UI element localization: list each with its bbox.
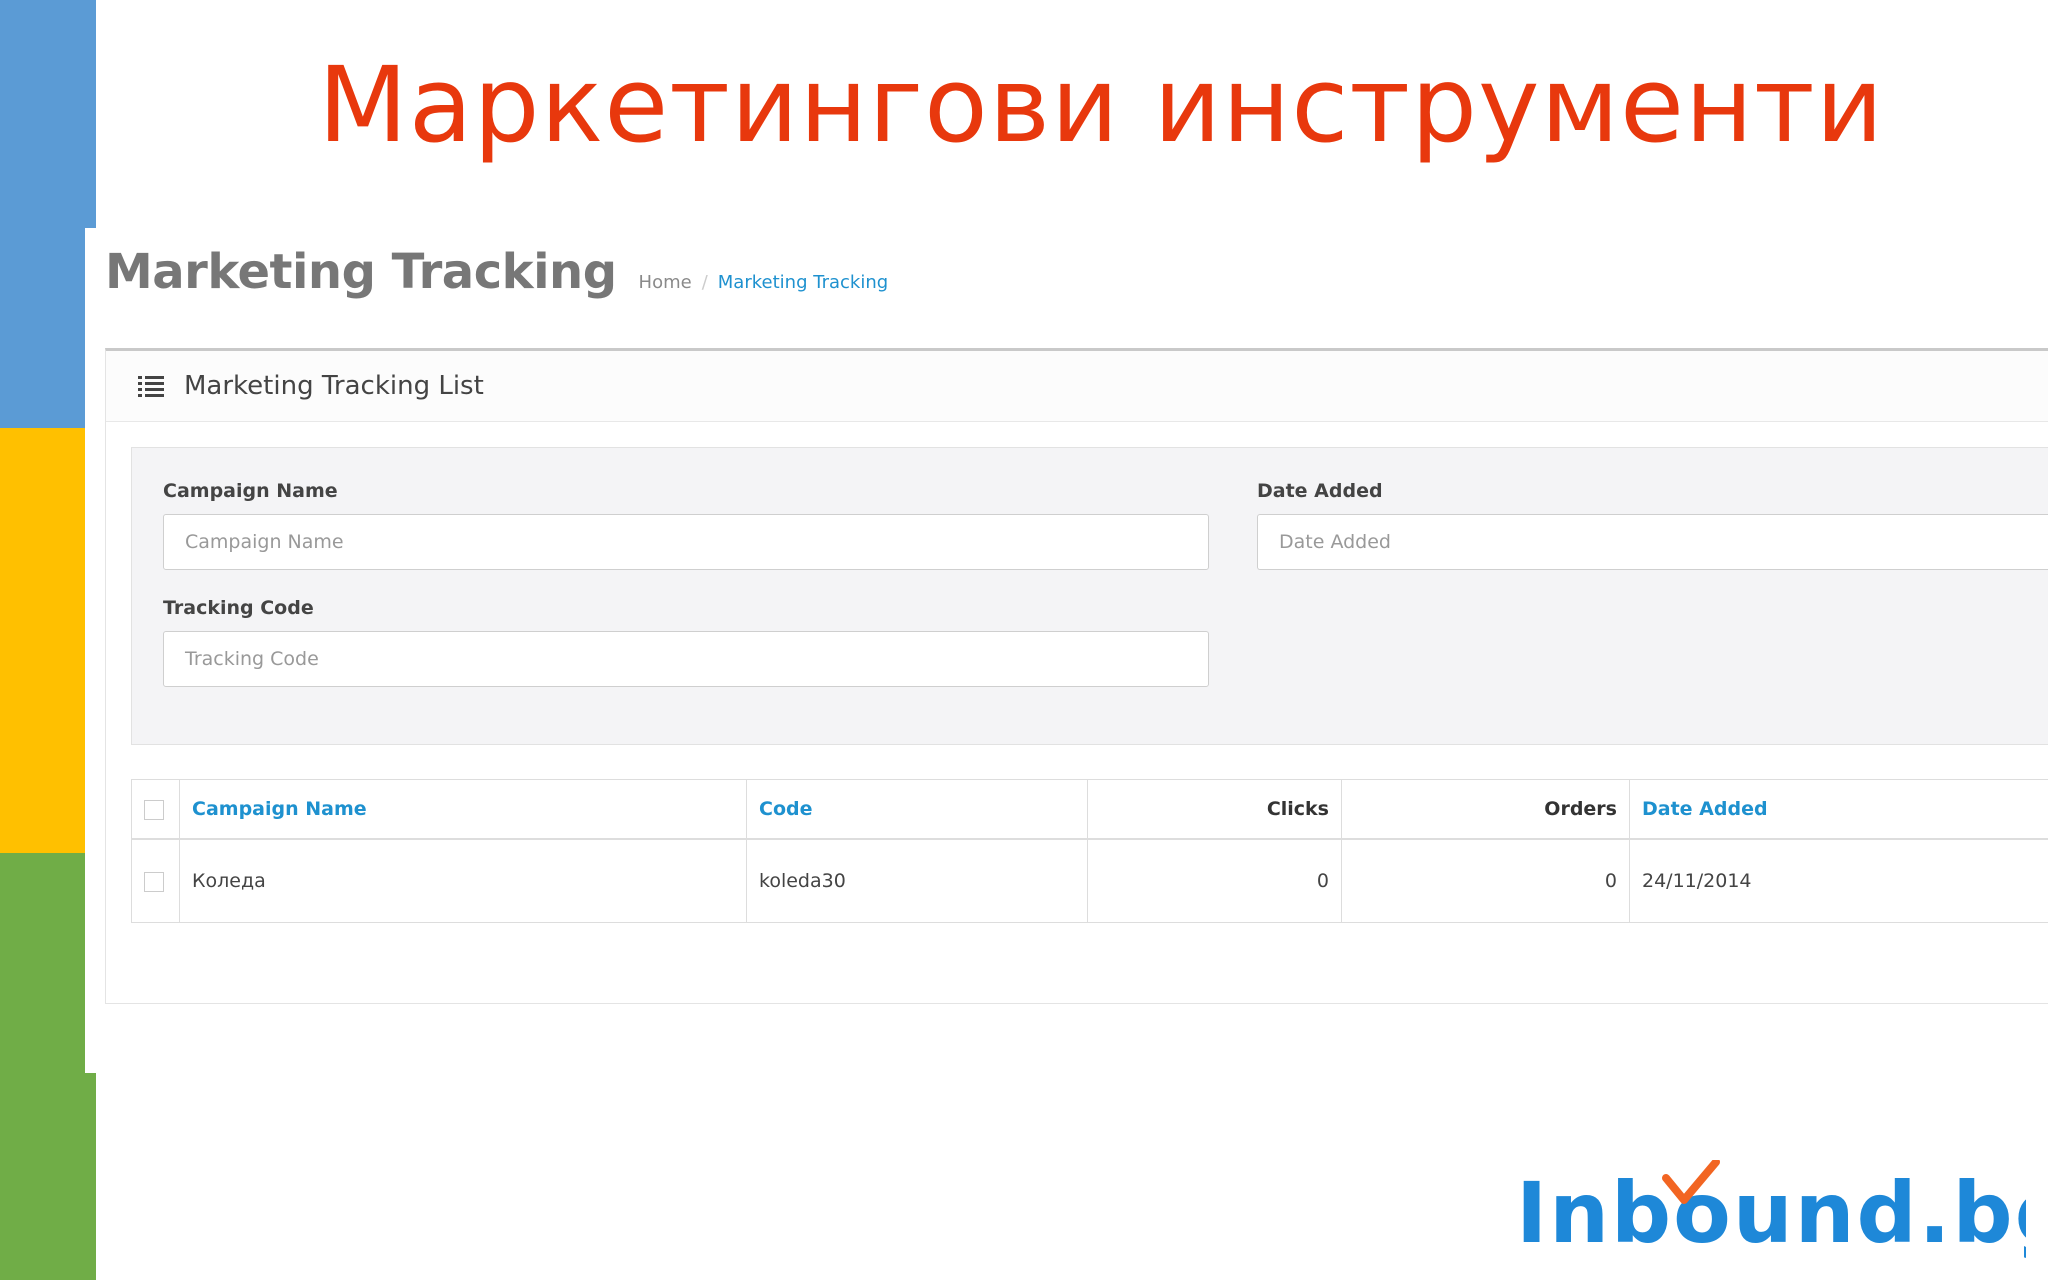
cell-date-added: 24/11/2014 <box>1629 838 2048 923</box>
tracking-table: Campaign Name Code Clicks Orders Date Ad… <box>131 779 2048 923</box>
breadcrumb-current[interactable]: Marketing Tracking <box>718 272 888 293</box>
campaign-name-group: Campaign Name Campaign Name <box>163 480 1209 570</box>
table-header-row: Campaign Name Code Clicks Orders Date Ad… <box>131 779 2048 840</box>
cell-campaign-name: Коледа <box>179 838 747 923</box>
tracking-list-panel: Marketing Tracking List Campaign Name Ca… <box>105 348 2048 1004</box>
tracking-code-group: Tracking Code Tracking Code <box>163 597 1209 687</box>
select-all-checkbox[interactable] <box>144 799 164 820</box>
tracking-code-label: Tracking Code <box>163 597 314 619</box>
tracking-code-input[interactable]: Tracking Code <box>163 631 1209 687</box>
select-all-cell <box>131 779 180 840</box>
decor-strip-green <box>0 853 96 1280</box>
breadcrumb-separator: / <box>701 272 708 293</box>
cell-orders: 0 <box>1341 838 1630 923</box>
list-icon <box>138 376 164 397</box>
decor-strip-blue <box>0 0 96 428</box>
decor-strip-yellow <box>0 428 96 853</box>
col-date-added[interactable]: Date Added <box>1629 779 2048 840</box>
campaign-name-label: Campaign Name <box>163 480 338 502</box>
panel-title: Marketing Tracking List <box>184 371 484 401</box>
cell-code: koleda30 <box>746 838 1088 923</box>
svg-text:Inbound.bg: Inbound.bg <box>1516 1164 2026 1260</box>
admin-screenshot: Marketing Tracking Home / Marketing Tracki… <box>85 228 2048 1073</box>
campaign-name-input[interactable]: Campaign Name <box>163 514 1209 570</box>
date-added-input[interactable]: Date Added <box>1257 514 2048 570</box>
date-added-label: Date Added <box>1257 480 1383 502</box>
col-code[interactable]: Code <box>746 779 1088 840</box>
row-checkbox[interactable] <box>144 871 164 892</box>
col-clicks: Clicks <box>1087 779 1342 840</box>
breadcrumb: Home / Marketing Tracking <box>639 272 889 293</box>
row-select-cell <box>131 838 180 923</box>
cell-clicks: 0 <box>1087 838 1342 923</box>
table-row: Коледа koleda30 0 0 24/11/2014 <box>131 838 2048 923</box>
filter-form: Campaign Name Campaign Name Date Added D… <box>131 447 2048 745</box>
breadcrumb-home[interactable]: Home <box>639 272 692 293</box>
page-header: Marketing Tracking Home / Marketing Tracki… <box>105 244 888 304</box>
col-campaign-name[interactable]: Campaign Name <box>179 779 747 840</box>
date-added-group: Date Added Date Added <box>1257 480 2048 570</box>
page-title: Marketing Tracking <box>105 244 617 300</box>
slide-title: Маркетингови инструменти <box>318 44 1885 166</box>
panel-heading: Marketing Tracking List <box>106 351 2048 422</box>
col-orders: Orders <box>1341 779 1630 840</box>
inbound-logo: Inbound.bg <box>1516 1160 2026 1260</box>
